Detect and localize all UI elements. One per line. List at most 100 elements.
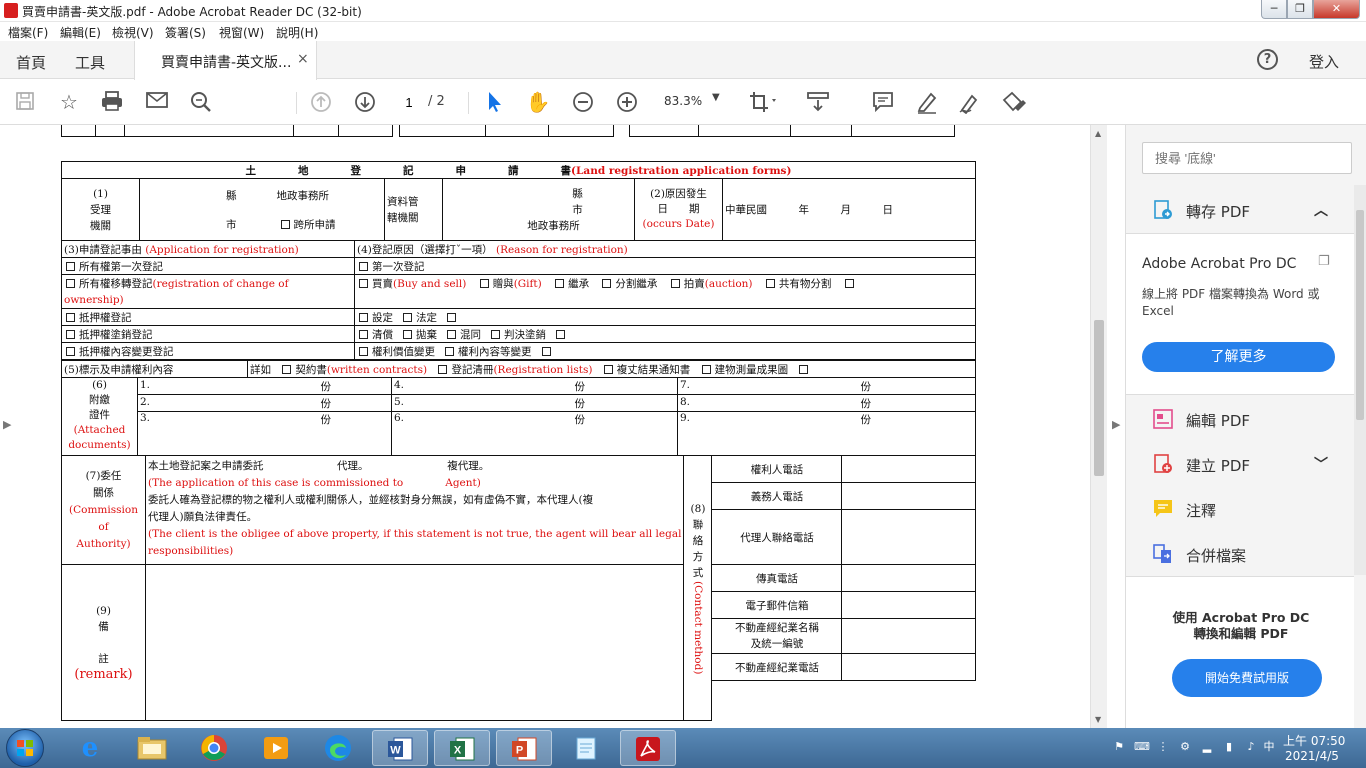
scroll-mode-icon[interactable]: [805, 90, 831, 114]
attachment-2[interactable]: 2. 份: [137, 394, 392, 412]
close-tab-icon[interactable]: ×: [297, 51, 309, 67]
attachment-5[interactable]: 5. 份: [391, 394, 678, 412]
tab-home[interactable]: 首頁: [16, 52, 46, 73]
option-cancel-reasons[interactable]: 清償 拋棄 混同 判決塗銷: [354, 325, 976, 343]
menu-window[interactable]: 視窗(W): [219, 24, 264, 41]
settings-icon[interactable]: ⚙: [1178, 740, 1192, 754]
ie-icon[interactable]: e: [62, 730, 118, 766]
attachment-3[interactable]: 3. 份: [137, 411, 392, 456]
tab-document[interactable]: 買賣申請書-英文版... ×: [134, 41, 317, 80]
notepad-icon[interactable]: [558, 730, 614, 766]
tools-search-input[interactable]: [1142, 142, 1352, 174]
clock-time[interactable]: 上午 07:50: [1283, 732, 1345, 749]
learn-more-button[interactable]: 了解更多: [1142, 342, 1335, 372]
powerpoint-icon[interactable]: P: [496, 730, 552, 766]
fill-sign-icon[interactable]: [1001, 90, 1027, 114]
menu-help[interactable]: 說明(H): [276, 24, 318, 41]
attachment-4[interactable]: 4. 份: [391, 377, 678, 395]
option-mortgage-reasons[interactable]: 設定 法定: [354, 308, 976, 326]
excel-icon[interactable]: X: [434, 730, 490, 766]
volume-icon[interactable]: ♪: [1244, 740, 1258, 754]
keyboard-icon[interactable]: ⌨: [1134, 740, 1150, 754]
save-icon[interactable]: [12, 90, 38, 114]
email-field[interactable]: [841, 591, 976, 619]
minimize-button[interactable]: ─: [1261, 0, 1287, 19]
clock-date[interactable]: 2021/4/5: [1285, 749, 1339, 763]
menu-edit[interactable]: 編輯(E): [60, 24, 101, 41]
help-icon[interactable]: ?: [1257, 49, 1278, 70]
highlight-icon[interactable]: [914, 90, 940, 114]
edge-icon[interactable]: [310, 730, 366, 766]
left-panel-toggle-icon[interactable]: ▶: [3, 418, 11, 431]
menu-sign[interactable]: 簽署(S): [165, 24, 206, 41]
print-icon[interactable]: [99, 90, 125, 114]
scroll-up-icon[interactable]: ▲: [1095, 129, 1101, 138]
search-zoom-icon[interactable]: [188, 90, 214, 114]
file-explorer-icon[interactable]: [124, 730, 180, 766]
vertical-scrollbar[interactable]: ▲ ▼: [1090, 125, 1107, 728]
acrobat-icon[interactable]: [620, 730, 676, 766]
option-transfer-reasons[interactable]: 買賣(Buy and sell) 贈與(Gift) 繼承 分割繼承 拍賣(auc…: [354, 274, 976, 309]
bookmark-star-icon[interactable]: ☆: [56, 90, 82, 114]
right-panel-toggle-icon[interactable]: ▶: [1112, 418, 1120, 431]
broker-name-field[interactable]: [841, 618, 976, 654]
commission-statement[interactable]: 本土地登記案之申請委託 代理。 複代理。 (The application of…: [144, 455, 685, 565]
attachment-1[interactable]: 1. 份: [137, 377, 392, 395]
jurisdiction-field[interactable]: 縣 市 地政事務所: [442, 178, 635, 241]
start-button[interactable]: [6, 729, 44, 767]
crop-icon[interactable]: [748, 90, 776, 114]
sign-in-link[interactable]: 登入: [1309, 51, 1339, 72]
attachment-7[interactable]: 7. 份: [677, 377, 976, 395]
maximize-button[interactable]: ❐: [1287, 0, 1313, 19]
tools-pane-scroll-thumb[interactable]: [1356, 210, 1364, 420]
agent-phone-field[interactable]: [841, 509, 976, 565]
close-window-button[interactable]: ✕: [1313, 0, 1360, 19]
option-ownership-transfer[interactable]: 所有權移轉登記(registration of change of ownersh…: [61, 274, 355, 309]
option-mortgage-cancel[interactable]: 抵押權塗銷登記: [61, 325, 355, 343]
chrome-icon[interactable]: [186, 730, 242, 766]
rights-content-options[interactable]: 詳如 契約書(written contracts) 登記清冊(Registrat…: [247, 360, 976, 378]
option-first-registration[interactable]: 第一次登記: [354, 257, 976, 275]
remark-field[interactable]: [144, 564, 685, 721]
export-pdf-tool[interactable]: 轉存 PDF ︿: [1126, 191, 1354, 231]
option-mortgage-change[interactable]: 抵押權內容變更登記: [61, 342, 355, 360]
menu-view[interactable]: 檢視(V): [112, 24, 154, 41]
page-up-icon[interactable]: [308, 90, 334, 114]
tools-pane-scrollbar[interactable]: [1354, 185, 1366, 575]
start-free-trial-button[interactable]: 開始免費試用版: [1172, 659, 1322, 697]
signal-icon[interactable]: ▂: [1200, 740, 1214, 754]
zoom-level-select[interactable]: 83.3%: [664, 94, 702, 108]
attachment-6[interactable]: 6. 份: [391, 411, 678, 456]
page-down-icon[interactable]: [352, 90, 378, 114]
attachment-9[interactable]: 9. 份: [677, 411, 976, 456]
battery-icon[interactable]: ▮: [1222, 740, 1236, 754]
menu-file[interactable]: 檔案(F): [8, 24, 48, 41]
comment-icon[interactable]: [870, 90, 896, 114]
scroll-down-icon[interactable]: ▼: [1095, 715, 1101, 724]
zoom-out-icon[interactable]: [570, 90, 596, 114]
create-pdf-tool[interactable]: 建立 PDF ﹀: [1126, 445, 1354, 485]
document-viewer[interactable]: 土 地 登 記 申 請 書(Land registration applicat…: [0, 125, 1090, 728]
network-icon[interactable]: ⋮: [1156, 740, 1170, 754]
obligee-phone-field[interactable]: [841, 455, 976, 483]
chevron-up-icon[interactable]: ︿: [1314, 200, 1328, 220]
comment-tool[interactable]: 注釋: [1126, 490, 1354, 530]
cross-office-checkbox[interactable]: [280, 219, 290, 229]
occurs-date-field[interactable]: 中華民國 年 月 日: [722, 178, 976, 241]
chevron-down-icon[interactable]: ﹀: [1314, 454, 1328, 474]
attachment-8[interactable]: 8. 份: [677, 394, 976, 412]
obligor-phone-field[interactable]: [841, 482, 976, 510]
broker-phone-field[interactable]: [841, 653, 976, 681]
tab-tools[interactable]: 工具: [75, 52, 105, 73]
page-number-input[interactable]: [394, 90, 424, 114]
media-player-icon[interactable]: [248, 730, 304, 766]
flag-icon[interactable]: ⚑: [1112, 740, 1126, 754]
receiving-agency-field[interactable]: 縣地政事務所 市跨所申請: [139, 178, 385, 241]
email-icon[interactable]: [144, 90, 170, 114]
fax-field[interactable]: [841, 564, 976, 592]
edit-pdf-tool[interactable]: 編輯 PDF: [1126, 400, 1354, 440]
select-cursor-icon[interactable]: [481, 90, 507, 114]
word-icon[interactable]: W: [372, 730, 428, 766]
option-mortgage[interactable]: 抵押權登記: [61, 308, 355, 326]
option-first-ownership[interactable]: 所有權第一次登記: [61, 257, 355, 275]
